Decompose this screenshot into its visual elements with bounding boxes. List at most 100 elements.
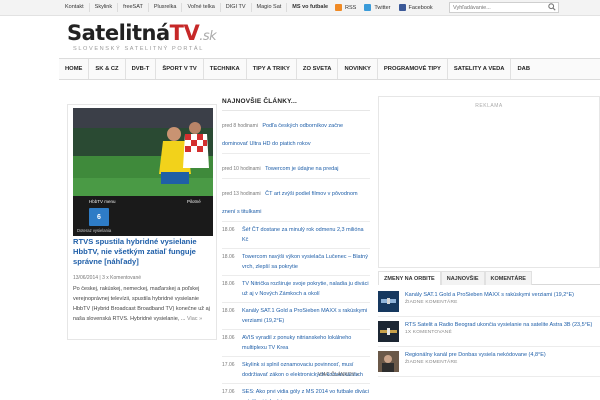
nav-zo-sveta[interactable]: ZO SVETA xyxy=(295,59,338,79)
news-item[interactable]: 17.06 Skylink si splnil oznamovaciu povin… xyxy=(222,357,370,384)
social-links: RSS Twitter Facebook xyxy=(335,0,441,15)
nav-sk-cz[interactable]: SK & CZ xyxy=(88,59,124,79)
news-item[interactable]: pred 8 hodinami Podľa českých odborníkov… xyxy=(222,111,370,154)
tab-komentare[interactable]: KOMENTÁRE xyxy=(484,271,532,285)
ad-label: REKLAMA xyxy=(475,103,503,109)
sidebar-article-body: Kanály SAT.1 Gold a ProSieben MAXX s rak… xyxy=(405,291,574,312)
nav-dab[interactable]: DAB xyxy=(510,59,536,79)
ad-slot[interactable]: REKLAMA xyxy=(378,96,600,268)
main-nav: HOME SK & CZ DVB-T ŠPORT V TV TECHNIKA T… xyxy=(59,58,600,80)
news-item[interactable]: pred 13 hodinami ČT art zvýši podiel fil… xyxy=(222,179,370,222)
news-time: pred 13 hodinami xyxy=(222,191,261,197)
satellite-icon xyxy=(378,291,399,312)
top-link-skylink[interactable]: Skylink xyxy=(90,3,119,12)
news-time: 18.06 xyxy=(222,254,235,260)
news-headline[interactable]: Towercom navýši výkon vysielača Lučenec … xyxy=(242,252,370,272)
featured-article: HbbTV menu Pilotné 6 Doteraz vysielania … xyxy=(67,104,217,340)
rss-link[interactable]: RSS xyxy=(335,4,356,11)
logo-main-text: Satelitná xyxy=(67,21,170,45)
sidebar-article-thumbnail[interactable] xyxy=(378,321,399,342)
sidebar-article-thumbnail[interactable] xyxy=(378,291,399,312)
news-item[interactable]: 17.06 SES: Ako prvi vidia góly z MS 2014 … xyxy=(222,384,370,400)
sidebar-article-title[interactable]: Kanály SAT.1 Gold a ProSieben MAXX s rak… xyxy=(405,291,574,300)
facebook-icon xyxy=(398,4,406,11)
sidebar-article[interactable]: RTS Satelit a Radio Beograd ukončia vysi… xyxy=(378,317,600,347)
satellite-icon xyxy=(378,321,399,342)
sidebar-article[interactable]: Kanály SAT.1 Gold a ProSieben MAXX s rak… xyxy=(378,287,600,317)
facebook-label: Facebook xyxy=(408,4,433,11)
facebook-link[interactable]: Facebook xyxy=(398,4,433,11)
news-time: 18.06 xyxy=(222,335,235,341)
news-item[interactable]: 18.06 TV Nitrička rozširuje svoje pokryti… xyxy=(222,276,370,303)
news-time: 18.06 xyxy=(222,308,235,314)
twitter-label: Twitter xyxy=(374,4,391,11)
news-headline[interactable]: Kanály SAT.1 Gold a ProSieben MAXX s rak… xyxy=(242,306,370,326)
news-headline[interactable]: SES: Ako prvi vidia góly z MS 2014 vo fu… xyxy=(242,387,370,400)
nav-tipy-a-triky[interactable]: TIPY A TRIKY xyxy=(245,59,296,79)
news-headline[interactable]: Towercom je údajne na predaj xyxy=(265,166,338,172)
news-time: 18.06 xyxy=(222,227,235,233)
photo-thumbnail-icon xyxy=(378,351,399,372)
news-headline[interactable]: Šéf ČT dostane za minulý rok odmenu 2,3 … xyxy=(242,225,370,245)
top-link-ms-vo-futbale[interactable]: MS vo futbale xyxy=(287,3,333,12)
latest-news: NAJNOVŠIE ČLÁNKY... pred 8 hodinami Podľ… xyxy=(222,96,370,400)
news-headline[interactable]: AVIS vyradil z ponuky nitrianskeho lokál… xyxy=(242,333,370,353)
news-time: pred 10 hodinami xyxy=(222,166,261,172)
nav-novinky[interactable]: NOVINKY xyxy=(337,59,376,79)
news-time: 18.06 xyxy=(222,281,235,287)
logo-tv-text: TV xyxy=(169,21,200,45)
sidebar-article-comments[interactable]: 1X KOMENTOVANÉ xyxy=(405,330,592,335)
news-item[interactable]: 18.06 Kanály SAT.1 Gold a ProSieben MAXX … xyxy=(222,303,370,330)
rss-label: RSS xyxy=(345,4,357,11)
tab-zmeny-na-orbite[interactable]: ZMENY NA ORBITE xyxy=(378,271,441,285)
sidebar-article-comments[interactable]: ŽIADNE KOMENTÁRE xyxy=(405,300,574,305)
top-bar: Kontakt Skylink freeSAT Plusrelka Voľné … xyxy=(0,0,600,16)
top-link-volne-telka[interactable]: Voľné telka xyxy=(182,3,221,12)
sidebar-tabs: ZMENY NA ORBITE NAJNOVŠIE KOMENTÁRE xyxy=(378,271,600,285)
channel-logo: 6 xyxy=(89,208,109,226)
nav-satelity-a-veda[interactable]: SATELITY A VEDA xyxy=(446,59,511,79)
news-time: 17.06 xyxy=(222,362,235,368)
featured-image[interactable]: HbbTV menu Pilotné 6 Doteraz vysielania xyxy=(73,108,213,236)
featured-title[interactable]: RTVS spustila hybridné vysielanie HbbTV,… xyxy=(73,237,213,267)
top-link-plusrelka[interactable]: Plusrelka xyxy=(149,3,183,12)
featured-excerpt: Po českej, rakúskej, nemeckej, maďarskej… xyxy=(73,284,215,324)
top-link-kontakt[interactable]: Kontakt xyxy=(60,3,90,12)
hbbtv-pilot-label: Pilotné xyxy=(187,199,201,204)
more-articles-link[interactable]: VIAC ČLÁNKOV » xyxy=(318,372,359,378)
twitter-link[interactable]: Twitter xyxy=(364,4,391,11)
news-item[interactable]: 18.06 Towercom navýši výkon vysielača Luč… xyxy=(222,249,370,276)
tab-najnovsie[interactable]: NAJNOVŠIE xyxy=(440,271,485,285)
hbbtv-caption: Doteraz vysielania xyxy=(77,228,112,233)
sidebar-article-title[interactable]: Regionálny kanál pre Donbas vysiela nekó… xyxy=(405,351,546,360)
nav-sport-v-tv[interactable]: ŠPORT V TV xyxy=(155,59,202,79)
nav-dvb-t[interactable]: DVB-T xyxy=(124,59,156,79)
news-item[interactable]: pred 10 hodinami Towercom je údajne na p… xyxy=(222,154,370,179)
search-icon[interactable] xyxy=(548,3,556,11)
main-nav-list: HOME SK & CZ DVB-T ŠPORT V TV TECHNIKA T… xyxy=(59,59,600,79)
site-logo[interactable]: SatelitnáTV.sk SLOVENSKÝ SATELITNÝ PORTÁ… xyxy=(67,22,222,52)
sidebar-article-body: RTS Satelit a Radio Beograd ukončia vysi… xyxy=(405,321,592,342)
news-item[interactable]: 18.06 Šéf ČT dostane za minulý rok odmenu… xyxy=(222,222,370,249)
sidebar-article-comments[interactable]: ŽIADNE KOMENTÁRE xyxy=(405,360,546,365)
sidebar-article[interactable]: Regionálny kanál pre Donbas vysiela nekó… xyxy=(378,347,600,377)
latest-news-heading: NAJNOVŠIE ČLÁNKY... xyxy=(222,98,297,105)
logo-wordmark: SatelitnáTV.sk xyxy=(67,22,222,48)
hbbtv-menu-label: HbbTV menu xyxy=(89,199,116,204)
news-headline[interactable]: TV Nitrička rozširuje svoje pokrytie, na… xyxy=(242,279,370,299)
rss-icon xyxy=(335,4,342,11)
featured-meta: 13/06/2014 | 3 x Komentované xyxy=(73,275,142,281)
logo-subtitle: SLOVENSKÝ SATELITNÝ PORTÁL xyxy=(73,46,204,52)
featured-more-link[interactable]: Viac » xyxy=(187,316,202,322)
top-link-freesat[interactable]: freeSAT xyxy=(118,3,149,12)
nav-technika[interactable]: TECHNIKA xyxy=(202,59,246,79)
nav-home[interactable]: HOME xyxy=(59,59,88,79)
top-link-digi-tv[interactable]: DIGI TV xyxy=(221,3,252,12)
news-item[interactable]: 18.06 AVIS vyradil z ponuky nitrianskeho … xyxy=(222,330,370,357)
top-link-magio-sat[interactable]: Magio Sat xyxy=(252,3,288,12)
nav-programove-tipy[interactable]: PROGRAMOVÉ TIPY xyxy=(376,59,447,79)
sidebar-article-title[interactable]: RTS Satelit a Radio Beograd ukončia vysi… xyxy=(405,321,592,330)
news-time: pred 8 hodinami xyxy=(222,123,258,129)
sidebar-article-thumbnail[interactable] xyxy=(378,351,399,372)
search-input[interactable] xyxy=(449,2,559,13)
